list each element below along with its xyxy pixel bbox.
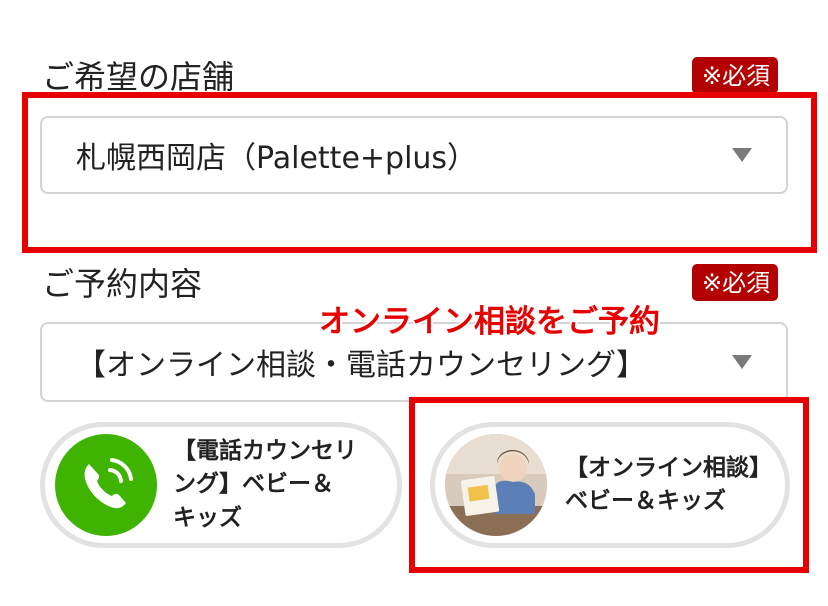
option-phone-counseling[interactable]: 【電話カウンセリ ング】ベビー＆ キッズ bbox=[40, 422, 402, 548]
store-highlight-box bbox=[22, 92, 817, 253]
reservation-label: ご予約内容 bbox=[42, 265, 203, 303]
phone-icon bbox=[55, 434, 157, 536]
reservation-required-badge: ※必須 bbox=[692, 264, 779, 301]
option-phone-label: 【電話カウンセリ ング】ベビー＆ キッズ bbox=[173, 437, 357, 531]
online-highlight-box bbox=[409, 397, 809, 573]
store-required-badge: ※必須 bbox=[692, 57, 779, 94]
store-label: ご希望の店舗 bbox=[42, 58, 235, 96]
reservation-select-value: 【オンライン相談・電話カウンセリング】 bbox=[76, 348, 646, 383]
annotation-text: オンライン相談をご予約 bbox=[319, 304, 660, 340]
chevron-down-icon bbox=[732, 355, 752, 369]
